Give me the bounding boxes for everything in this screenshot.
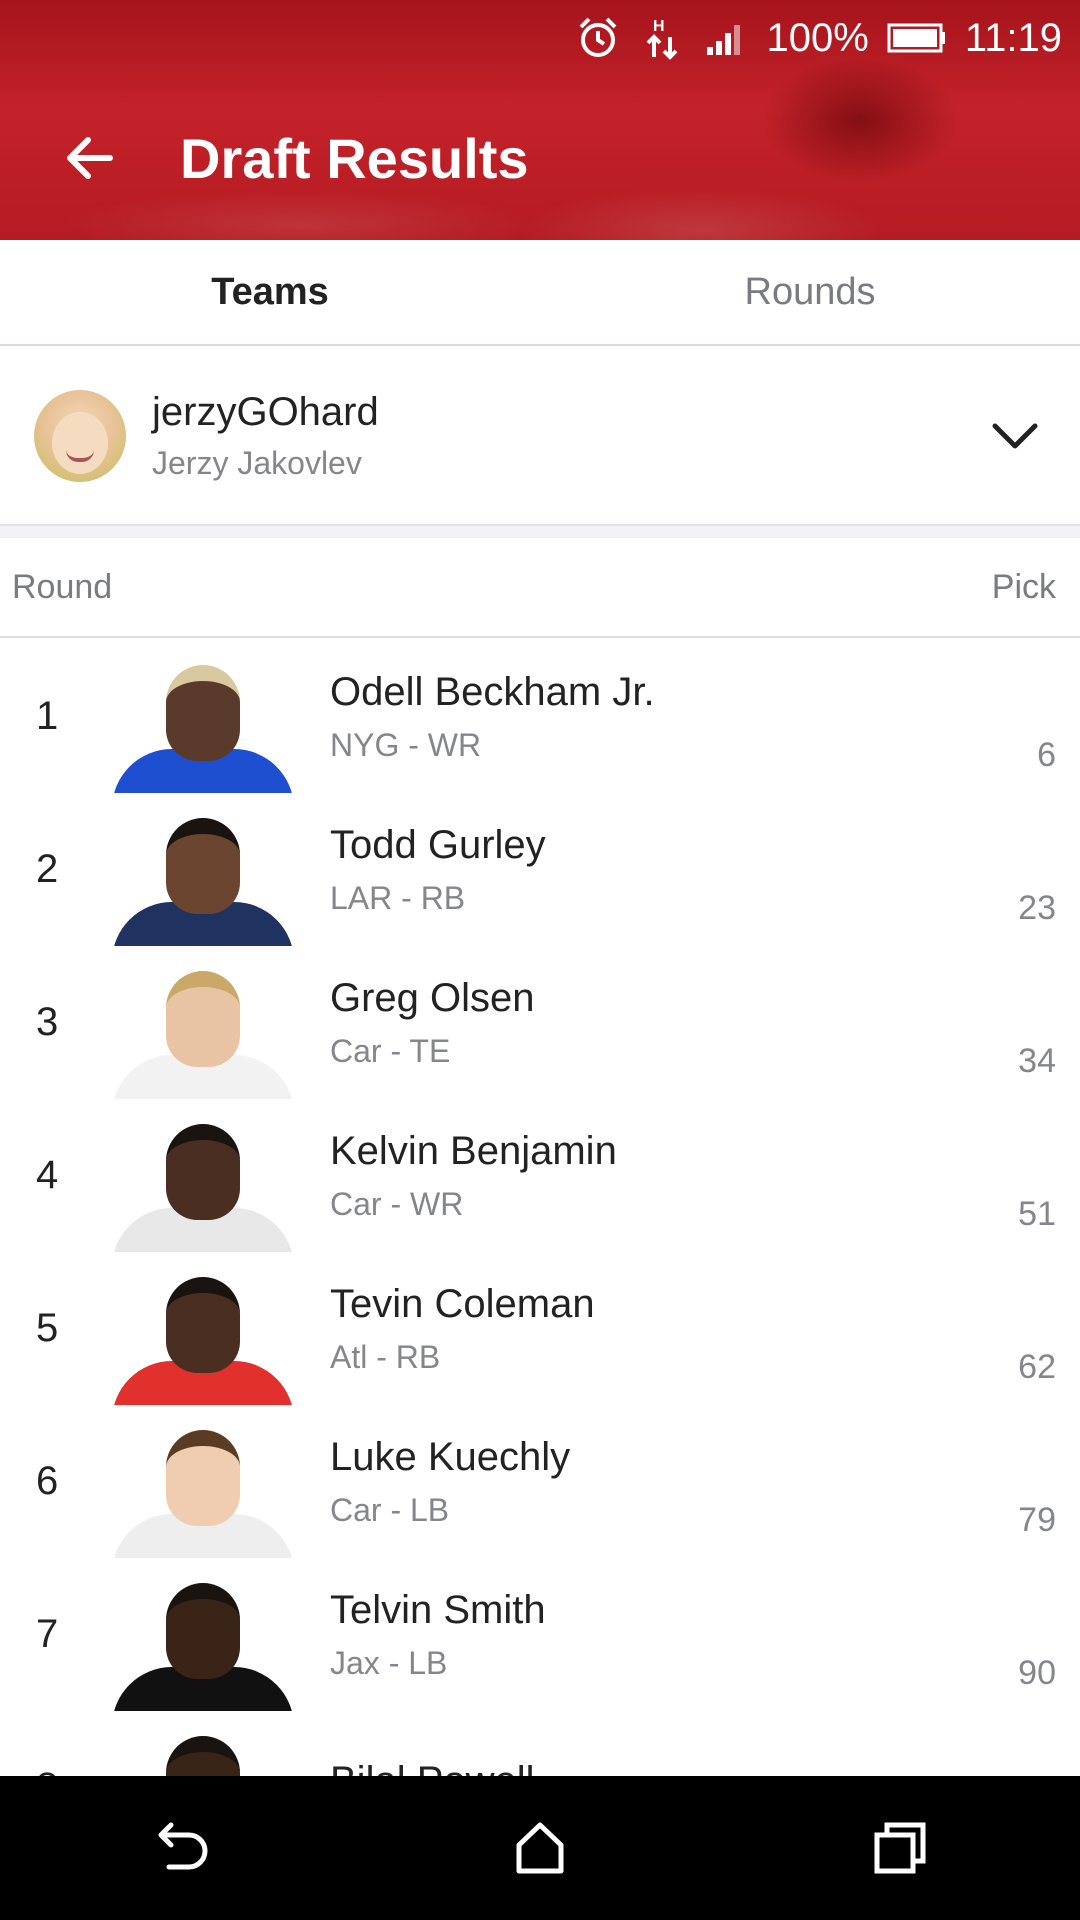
- status-bar: H 100% 11:19: [0, 0, 1080, 76]
- player-photo: [98, 1112, 308, 1252]
- player-name: Luke Kuechly: [330, 1434, 571, 1479]
- player-name: Greg Olsen: [330, 975, 535, 1020]
- recents-icon: [874, 1822, 926, 1874]
- list-item[interactable]: 2 Todd Gurley LAR - RB 23: [0, 793, 1080, 946]
- signal-icon: [703, 15, 749, 61]
- nav-home-button[interactable]: [480, 1788, 600, 1908]
- round-number: 2: [36, 847, 59, 891]
- player-photo: [98, 806, 308, 946]
- team-handle: jerzyGOhard: [152, 390, 379, 434]
- list-item[interactable]: 6 Luke Kuechly Car - LB 79: [0, 1405, 1080, 1558]
- player-info: Telvin Smith Jax - LB: [330, 1588, 1080, 1682]
- player-info: Todd Gurley LAR - RB: [330, 823, 1080, 917]
- team-text: jerzyGOhard Jerzy Jakovlev: [152, 390, 980, 482]
- round-number: 5: [36, 1306, 59, 1350]
- battery-percent: 100%: [766, 15, 869, 60]
- player-team-position: Car - WR: [330, 1185, 464, 1222]
- navigation-bar: [0, 1776, 1080, 1920]
- app-header: H 100% 11:19 Draft Results: [0, 0, 1080, 240]
- tab-teams[interactable]: Teams: [0, 240, 540, 344]
- pick-number: 90: [1018, 1654, 1056, 1692]
- page-title: Draft Results: [180, 126, 529, 190]
- clock: 11:19: [964, 15, 1062, 60]
- player-name: Tevin Coleman: [330, 1281, 595, 1326]
- list-item[interactable]: 8 Bilal Powell: [0, 1711, 1080, 1776]
- home-icon: [516, 1822, 564, 1874]
- player-name: Odell Beckham Jr.: [330, 669, 655, 714]
- player-photo: [98, 1265, 308, 1405]
- undo-arrow-icon: [158, 1822, 208, 1870]
- pick-number: 62: [1018, 1348, 1056, 1386]
- player-photo: [98, 653, 308, 793]
- battery-icon: [887, 15, 947, 61]
- player-team-position: Car - LB: [330, 1491, 450, 1528]
- player-name: Todd Gurley: [330, 822, 546, 867]
- player-photo: [98, 1418, 308, 1558]
- column-header: Round Pick: [0, 538, 1080, 638]
- player-team-position: Atl - RB: [330, 1338, 441, 1375]
- alarm-icon: [575, 15, 621, 61]
- column-round-label: Round: [12, 567, 113, 606]
- pick-number: 34: [1018, 1042, 1056, 1080]
- avatar: [34, 390, 126, 482]
- list-item[interactable]: 4 Kelvin Benjamin Car - WR 51: [0, 1099, 1080, 1252]
- player-info: Bilal Powell: [330, 1759, 1080, 1776]
- player-info: Greg Olsen Car - TE: [330, 976, 1080, 1070]
- section-divider: [0, 526, 1080, 538]
- team-owner: Jerzy Jakovlev: [152, 445, 362, 481]
- svg-text:H: H: [653, 18, 665, 35]
- round-number: 8: [0, 1765, 98, 1776]
- pick-number: 6: [1037, 736, 1056, 774]
- list-item[interactable]: 3 Greg Olsen Car - TE 34: [0, 946, 1080, 1099]
- player-info: Odell Beckham Jr. NYG - WR: [330, 670, 1080, 764]
- player-team-position: Jax - LB: [330, 1644, 448, 1681]
- nav-back-button[interactable]: [120, 1788, 240, 1908]
- data-transfer-icon: H: [639, 15, 685, 61]
- chevron-down-icon[interactable]: [980, 401, 1050, 471]
- picks-list: 1 Odell Beckham Jr. NYG - WR 6 2 Todd Gu…: [0, 640, 1080, 1776]
- pick-number: 51: [1018, 1195, 1056, 1233]
- round-number: 4: [36, 1153, 59, 1197]
- round-number: 1: [36, 694, 59, 738]
- player-team-position: NYG - WR: [330, 726, 482, 763]
- list-item[interactable]: 1 Odell Beckham Jr. NYG - WR 6: [0, 640, 1080, 793]
- player-info: Kelvin Benjamin Car - WR: [330, 1129, 1080, 1223]
- column-pick-label: Pick: [991, 567, 1056, 606]
- player-photo: [98, 1571, 308, 1711]
- tab-bar: Teams Rounds: [0, 240, 1080, 346]
- list-item[interactable]: 5 Tevin Coleman Atl - RB 62: [0, 1252, 1080, 1405]
- round-number: 3: [36, 1000, 59, 1044]
- tab-rounds[interactable]: Rounds: [540, 240, 1080, 344]
- player-name: Bilal Powell: [330, 1759, 1080, 1776]
- title-row: Draft Results: [0, 110, 1080, 206]
- nav-recents-button[interactable]: [840, 1788, 960, 1908]
- player-info: Tevin Coleman Atl - RB: [330, 1282, 1080, 1376]
- round-number: 6: [36, 1459, 59, 1503]
- player-info: Luke Kuechly Car - LB: [330, 1435, 1080, 1529]
- team-selector[interactable]: jerzyGOhard Jerzy Jakovlev: [0, 348, 1080, 526]
- back-arrow-icon: [67, 137, 113, 179]
- player-team-position: LAR - RB: [330, 879, 466, 916]
- player-photo: [98, 959, 308, 1099]
- player-team-position: Car - TE: [330, 1032, 451, 1069]
- player-photo: [98, 1724, 308, 1776]
- player-name: Kelvin Benjamin: [330, 1128, 617, 1173]
- back-button[interactable]: [40, 110, 140, 206]
- player-name: Telvin Smith: [330, 1587, 546, 1632]
- round-number: 7: [36, 1612, 59, 1656]
- pick-number: 23: [1018, 889, 1056, 927]
- list-item[interactable]: 7 Telvin Smith Jax - LB 90: [0, 1558, 1080, 1711]
- pick-number: 79: [1018, 1501, 1056, 1539]
